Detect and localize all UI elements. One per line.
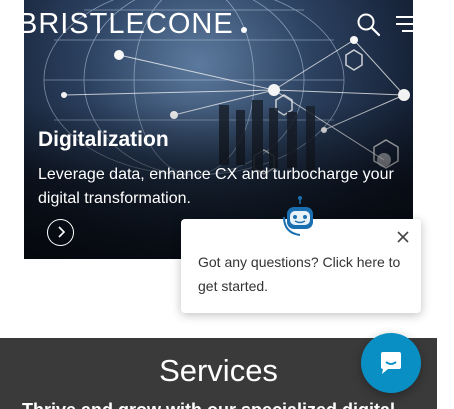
hero-read-more-button[interactable] — [47, 219, 74, 246]
chat-bubble-icon — [381, 352, 401, 374]
bristlecone-logo[interactable]: BRISTLECONE — [18, 7, 234, 41]
search-button[interactable] — [356, 12, 382, 38]
chat-popup-close-button[interactable] — [395, 229, 411, 245]
chat-prompt-popup[interactable]: Got any questions? Click here to get sta… — [181, 196, 421, 313]
hero-description: Leverage data, enhance CX and turbocharg… — [38, 166, 394, 207]
chat-launcher-button[interactable] — [361, 333, 421, 393]
menu-button[interactable] — [394, 14, 420, 36]
hamburger-menu-icon — [396, 16, 418, 32]
services-subheading: Thrive and grow with our specialized dig… — [22, 398, 442, 409]
page-right-margin — [437, 0, 454, 409]
chat-prompt-text[interactable]: Got any questions? Click here to get sta… — [198, 250, 410, 298]
search-icon — [357, 13, 381, 37]
chevron-right-icon — [58, 226, 66, 238]
close-icon — [397, 231, 409, 243]
hero-title: Digitalization — [38, 128, 169, 151]
chatbot-avatar-icon — [283, 196, 313, 236]
